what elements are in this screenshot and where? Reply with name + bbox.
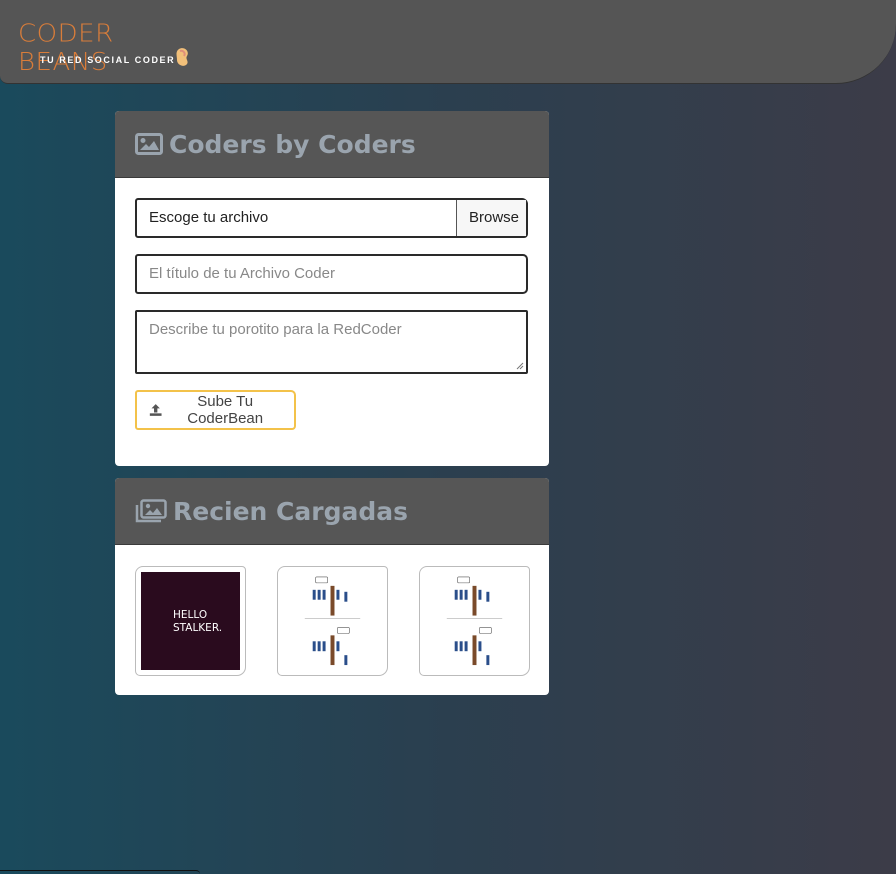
resize-grip-icon[interactable] — [516, 362, 524, 370]
images-icon — [135, 499, 167, 523]
comic-image — [283, 572, 382, 671]
comic-image — [425, 572, 524, 671]
thumbnail-text-line2: STALKER. — [173, 622, 223, 634]
upload-panel: Coders by Coders Escoge tu archivo Brows… — [115, 111, 549, 466]
thumbnail-text-line1: HELLO — [173, 609, 208, 621]
brand-tagline: TU RED SOCIAL CODER — [40, 55, 176, 65]
recent-thumbnail[interactable]: HELLO STALKER. — [135, 566, 246, 676]
file-input[interactable]: Escoge tu archivo Browse — [135, 198, 528, 238]
recent-panel-header: Recien Cargadas — [115, 478, 549, 545]
recent-panel: Recien Cargadas HELLO STALKER. — [115, 478, 549, 695]
recent-thumbnail[interactable] — [419, 566, 530, 676]
browse-button[interactable]: Browse — [456, 200, 526, 236]
title-input[interactable]: El título de tu Archivo Coder — [135, 254, 528, 294]
upload-submit-button[interactable]: Sube Tu CoderBean — [135, 390, 296, 430]
upload-submit-label: Sube Tu CoderBean — [187, 393, 264, 427]
brand-logo[interactable]: CODER BEANS TU RED SOCIAL CODER — [18, 18, 198, 77]
upload-panel-header: Coders by Coders — [115, 111, 549, 178]
brand-name: CODER BEANS — [18, 19, 114, 77]
navbar: CODER BEANS TU RED SOCIAL CODER — [0, 0, 896, 84]
bean-icon — [176, 48, 188, 66]
upload-icon — [149, 404, 162, 416]
image-icon — [135, 133, 163, 155]
upload-panel-title: Coders by Coders — [169, 129, 416, 159]
footer-edge — [0, 870, 200, 874]
recent-thumbnail[interactable] — [277, 566, 388, 676]
recent-panel-title: Recien Cargadas — [173, 496, 409, 526]
description-input[interactable]: Describe tu porotito para la RedCoder — [135, 310, 528, 374]
hello-stalker-image: HELLO STALKER. — [141, 572, 240, 670]
file-input-text[interactable]: Escoge tu archivo — [137, 200, 456, 236]
description-placeholder: Describe tu porotito para la RedCoder — [149, 321, 402, 338]
